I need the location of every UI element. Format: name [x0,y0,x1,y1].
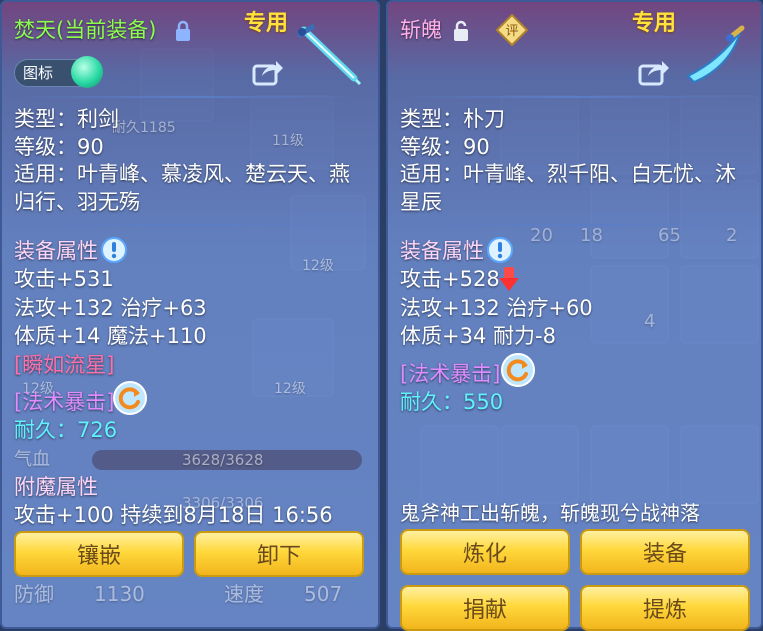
divider [22,224,352,226]
stat-attack: 攻击+528 [400,267,500,291]
divider [408,96,738,98]
item-usable-by: 适用：叶青峰、慕凌风、楚云天、燕归行、羽无殇 [14,162,350,214]
attributes-title: 装备属性 [14,239,98,263]
refine-button[interactable]: 炼化 [400,529,570,575]
sword-icon [296,23,362,86]
bg-hp-label: 气血 [14,449,50,470]
bg-hp-value: 3628/3628 [182,451,264,469]
enchant-detail: 攻击+100 持续到8月18日 16:56 [14,503,333,527]
toggle-knob [71,56,103,88]
item-description: 鬼斧神工出斩魄，斩魄现兮战神落 [400,501,700,525]
rating-seal-text: 评 [505,24,518,39]
bg-count: 20 [530,225,553,246]
donate-button[interactable]: 捐献 [400,585,570,631]
bg-defense-label: 防御 [14,582,54,606]
bg-count: 4 [644,311,656,332]
down-arrow-icon [499,267,519,291]
lock-icon [176,20,190,41]
stat-body: 体质+34 耐力-8 [400,324,556,348]
item-title: 斩魄 [400,18,442,42]
bg-count: 18 [580,225,603,246]
stat-body: 体质+14 魔法+110 [14,324,207,348]
bg-durability-hint: 耐久1185 [112,120,176,136]
item-level: 等级：90 [14,135,104,159]
info-icon[interactable] [100,236,128,264]
unlock-icon [454,20,468,41]
blade-icon [686,25,745,84]
bg-level-label: 12级 [302,258,334,274]
bg-level-label: 11级 [272,133,304,149]
exclusive-badge: 专用 [632,11,677,36]
bg-speed-value: 507 [304,582,343,606]
attributes-title: 装备属性 [400,239,484,263]
share-icon[interactable] [252,58,284,86]
stat-magic: 法攻+132 治疗+63 [14,296,207,320]
refresh-icon[interactable] [112,380,148,416]
icon-toggle[interactable]: 图标 [14,56,103,88]
enchant-title: 附魔属性 [14,475,98,499]
icon-toggle-label: 图标 [23,64,54,82]
skill-magic-crit: [法术暴击] [400,362,501,386]
skill-magic-crit: [法术暴击] [14,390,115,414]
item-type: 类型：朴刀 [400,107,505,131]
bg-count: 2 [726,225,738,246]
share-icon[interactable] [638,58,670,86]
info-icon[interactable] [486,236,514,264]
item-usable-by: 适用：叶青峰、烈千阳、白无忧、沐星辰 [400,162,736,214]
inlay-button[interactable]: 镶嵌 [14,531,184,577]
bg-defense-value: 1130 [94,582,145,606]
item-type: 类型：利剑 [14,107,119,131]
stat-magic: 法攻+132 治疗+60 [400,296,593,320]
bg-speed-label: 速度 [224,582,264,606]
divider [408,224,738,226]
item-title: 焚天(当前装备) [14,18,157,42]
rating-seal-icon[interactable]: 评 [496,14,528,46]
item-level: 等级：90 [400,135,490,159]
skill-special: [瞬如流星] [14,353,115,377]
extract-button[interactable]: 提炼 [580,585,750,631]
refresh-icon[interactable] [500,352,536,388]
bg-level-label: 12级 [274,381,306,397]
equipped-item-panel: 耐久1185 11级 12级 12级 12级 气血 3628/3628 3306… [0,0,380,629]
divider [22,96,352,98]
compare-item-panel: 20 18 65 2 4 斩魄 评 专用 类型：朴刀 等级：90 适用：叶青峰、… [386,0,763,631]
durability: 耐久：726 [14,418,118,442]
exclusive-badge: 专用 [244,11,289,36]
equip-button[interactable]: 装备 [580,529,750,575]
durability: 耐久：550 [400,390,504,414]
stat-attack: 攻击+531 [14,267,114,291]
unequip-button[interactable]: 卸下 [194,531,364,577]
bg-count: 65 [658,225,681,246]
